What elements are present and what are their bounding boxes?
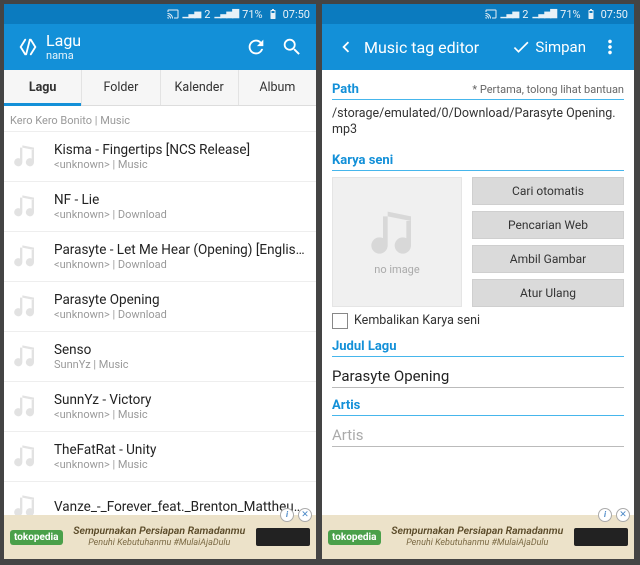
tab-album[interactable]: Album [239,70,316,105]
ad-banner[interactable]: i ✕ tokopedia Sempurnakan Persiapan Rama… [4,515,316,559]
song-title: NF - Lie [54,192,308,208]
song-title: Kisma - Fingertips [NCS Release] [54,142,308,158]
web-search-button[interactable]: Pencarian Web [472,211,624,239]
song-subtitle: <unknown> | Music [54,158,308,171]
refresh-button[interactable] [238,29,274,65]
overflow-menu-button[interactable] [592,29,628,65]
song-title: Parasyte Opening [54,292,308,308]
battery-percent: 71% [560,8,580,21]
clock: 07:50 [283,8,310,21]
google-play-badge[interactable] [256,528,310,546]
song-subtitle: <unknown> | Music [54,458,308,471]
tab-folder[interactable]: Folder [82,70,160,105]
music-note-icon [10,390,44,424]
music-note-icon [10,190,44,224]
ad-brand: tokopedia [10,530,63,545]
right-screenshot: ▁▃▅ 2 ▁▃▅▇ 71% 07:50 Music tag editor Si… [322,4,634,559]
tab-kalender[interactable]: Kalender [161,70,239,105]
path-label: Path [332,82,359,97]
song-subtitle: <unknown> | Download [54,308,308,321]
ad-line2: Penuhi Kebutuhanmu #MulaiAjaDulu [69,538,250,549]
list-item[interactable]: Kisma - Fingertips [NCS Release]<unknown… [4,132,316,182]
back-button[interactable] [328,29,364,65]
song-title: Senso [54,342,308,358]
ad-info-icon[interactable]: i [598,508,612,522]
ad-brand: tokopedia [328,530,381,545]
song-subtitle: Kero Kero Bonito | Music [10,114,308,127]
ad-close-icon[interactable]: ✕ [298,508,312,522]
app-bar: Lagu nama [4,24,316,70]
list-item[interactable]: NF - Lie<unknown> | Download [4,182,316,232]
list-item[interactable]: SensoSunnYz | Music [4,332,316,382]
path-value: /storage/emulated/0/Download/Parasyte Op… [332,106,624,139]
app-bar: Music tag editor Simpan [322,24,634,70]
music-note-icon [10,290,44,324]
song-title: Parasyte - Let Me Hear (Opening) [Englis… [54,242,308,258]
tab-strip: Lagu Folder Kalender Album [4,70,316,106]
song-subtitle: SunnYz | Music [54,358,308,371]
list-item[interactable]: SunnYz - Victory<unknown> | Music [4,382,316,432]
battery-percent: 71% [242,8,262,21]
left-screenshot: ▁▃▅ 2 ▁▃▅▇ 71% 07:50 Lagu nama Lagu [4,4,316,559]
net-indicator: 2 [522,8,528,21]
list-item[interactable]: Parasyte Opening<unknown> | Download [4,282,316,332]
music-note-icon [10,240,44,274]
artwork-preview[interactable]: no image [332,177,462,307]
song-list[interactable]: Kero Kero Bonito | Music Kisma - Fingerti… [4,106,316,515]
editor-form: Path * Pertama, tolong lihat bantuan /st… [322,70,634,515]
google-play-badge[interactable] [574,528,628,546]
appbar-title: Lagu [46,32,238,50]
cast-icon [485,8,497,20]
checkbox-icon [332,313,348,329]
ad-close-icon[interactable]: ✕ [616,508,630,522]
ad-banner[interactable]: i ✕ tokopedia Sempurnakan Persiapan Rama… [322,515,634,559]
path-helper: * Pertama, tolong lihat bantuan [472,83,624,96]
ad-line1: Sempurnakan Persiapan Ramadanmu [69,525,250,538]
ad-line1: Sempurnakan Persiapan Ramadanmu [387,525,568,538]
music-note-icon [10,340,44,374]
artwork-label: Karya seni [332,153,393,168]
artist-input[interactable]: Artis [332,422,624,447]
net-indicator: 2 [204,8,210,21]
auto-search-button[interactable]: Cari otomatis [472,177,624,205]
song-title-label: Judul Lagu [332,339,397,354]
battery-icon [585,8,597,20]
battery-icon [267,8,279,20]
list-item[interactable]: Kero Kero Bonito | Music [4,106,316,132]
artist-label: Artis [332,398,360,413]
ad-info-icon[interactable]: i [280,508,294,522]
ad-line2: Penuhi Kebutuhanmu #MulaiAjaDulu [387,538,568,549]
music-note-icon [10,440,44,474]
appbar-subtitle: nama [46,50,238,62]
song-subtitle: <unknown> | Music [54,408,308,421]
list-item[interactable]: Vanze_-_Forever_feat._Brenton_Mattheus_.… [4,482,316,515]
song-title: SunnYz - Victory [54,392,308,408]
appbar-title: Music tag editor [364,38,505,57]
song-subtitle: <unknown> | Download [54,208,308,221]
song-title: TheFatRat - Unity [54,442,308,458]
music-note-icon [10,140,44,174]
song-title-input[interactable]: Parasyte Opening [332,363,624,388]
status-bar: ▁▃▅ 2 ▁▃▅▇ 71% 07:50 [322,4,634,24]
list-item[interactable]: TheFatRat - Unity<unknown> | Music [4,432,316,482]
search-button[interactable] [274,29,310,65]
status-bar: ▁▃▅ 2 ▁▃▅▇ 71% 07:50 [4,4,316,24]
restore-artwork-checkbox[interactable]: Kembalikan Karya seni [332,313,624,329]
reset-button[interactable]: Atur Ulang [472,279,624,307]
cast-icon [167,8,179,20]
list-item[interactable]: Parasyte - Let Me Hear (Opening) [Englis… [4,232,316,282]
song-subtitle: <unknown> | Download [54,258,308,271]
app-logo-icon[interactable] [10,29,46,65]
save-button[interactable]: Simpan [505,37,592,57]
tab-lagu[interactable]: Lagu [4,70,82,105]
music-note-icon [10,490,44,516]
song-title: Vanze_-_Forever_feat._Brenton_Mattheus_.… [54,499,308,515]
pick-image-button[interactable]: Ambil Gambar [472,245,624,273]
clock: 07:50 [601,8,628,21]
